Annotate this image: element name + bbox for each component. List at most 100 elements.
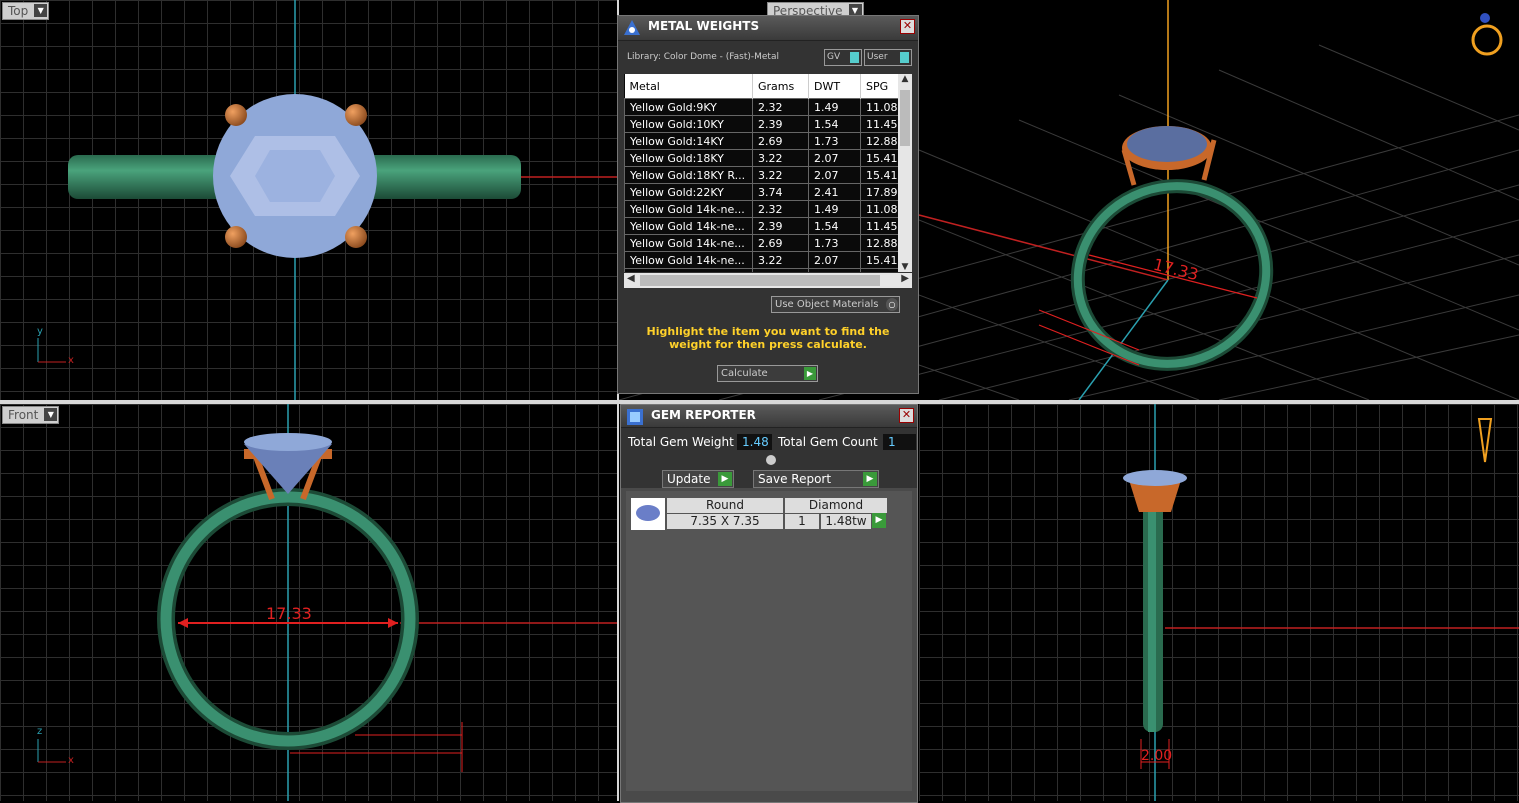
column-header[interactable]: Metal	[624, 74, 753, 99]
table-cell: 1.54	[808, 217, 861, 235]
scroll-right-icon[interactable]: ▶	[901, 273, 909, 284]
table-cell: Yellow Gold:9KY	[624, 98, 753, 116]
table-row[interactable]: Yellow Gold:22KY 3.74 2.41 17.89	[624, 183, 911, 201]
table-row[interactable]: Yellow Gold:18KY R... 3.22 2.07 15.41	[624, 166, 911, 184]
save-report-button[interactable]: Save Report ▶	[753, 470, 879, 488]
gem-list-area	[626, 491, 912, 791]
viewport-label-text: Front	[8, 408, 39, 422]
gem-reporter-panel: GEM REPORTER ✕ Total Gem Weight 1.48 Tot…	[620, 404, 918, 803]
table-cell: 1.49	[808, 200, 861, 218]
table-cell: 2.69	[752, 132, 809, 150]
side-view-model	[1123, 404, 1519, 801]
table-cell: 3.22	[752, 251, 809, 269]
top-view-model	[37, 0, 617, 400]
table-cell: 1.73	[808, 132, 861, 150]
table-row[interactable]: Yellow Gold 14k-ne...3.222.0715.41	[624, 268, 911, 272]
gem-row[interactable]: Round Diamond 7.35 X 7.35 1 1.48tw ▶	[630, 497, 890, 531]
total-gem-weight-value: 1.48	[737, 434, 772, 450]
viewport-front[interactable]: 17.33 z x Front ▼	[0, 404, 617, 801]
use-object-materials-toggle[interactable]: Use Object Materials ○	[771, 296, 900, 313]
calculate-label: Calculate	[721, 368, 768, 379]
gem-reporter-titlebar[interactable]: GEM REPORTER ✕	[621, 405, 917, 428]
gem-reporter-icon	[627, 409, 643, 425]
table-cell: Yellow Gold:14KY	[624, 132, 753, 150]
scroll-up-icon[interactable]: ▲	[898, 74, 912, 84]
update-label: Update	[667, 472, 711, 486]
gem-detail-button[interactable]: ▶	[872, 513, 886, 528]
scroll-thumb[interactable]	[900, 90, 910, 146]
table-cell: Yellow Gold 14k-ne...	[624, 251, 753, 269]
table-row[interactable]: Yellow Gold:10KY 2.39 1.54 11.45	[624, 115, 911, 133]
scroll-thumb-h[interactable]	[640, 275, 880, 286]
table-cell: 2.41	[808, 183, 861, 201]
table-cell: Yellow Gold:18KY R...	[624, 166, 753, 184]
viewport-label-top[interactable]: Top ▼	[2, 2, 50, 20]
round-gem-icon	[630, 497, 666, 531]
table-row[interactable]: Yellow Gold:14KY 2.69 1.73 12.88	[624, 132, 911, 150]
metal-weights-icon	[624, 20, 640, 35]
total-gem-count-label: Total Gem Count	[778, 435, 878, 449]
column-header[interactable]: DWT	[808, 74, 861, 99]
table-row[interactable]: Yellow Gold 14k-ne... 2.69 1.73 12.88	[624, 234, 911, 252]
table-cell: 1.54	[808, 115, 861, 133]
toggle-switch	[900, 52, 909, 63]
table-cell: 2.07	[808, 166, 861, 184]
table-row[interactable]: Yellow Gold:9KY 2.32 1.49 11.08	[624, 98, 911, 116]
table-cell: 2.69	[752, 234, 809, 252]
gem-weight: 1.48tw	[820, 513, 872, 530]
close-icon[interactable]: ✕	[899, 408, 914, 423]
column-header[interactable]: Grams	[752, 74, 809, 99]
viewport-label-front[interactable]: Front ▼	[2, 406, 60, 424]
table-row[interactable]: Yellow Gold 14k-ne...3.222.0715.41	[624, 251, 911, 269]
gem-shape: Round	[666, 497, 784, 514]
viewport-label-text: Top	[8, 4, 29, 18]
table-header: Metal Grams DWT SPG	[624, 74, 911, 99]
table-cell: Yellow Gold:22KY	[624, 183, 753, 201]
save-report-label: Save Report	[758, 472, 832, 486]
metal-table-vscroll[interactable]: ▲ ▼	[898, 74, 912, 272]
axis-label-x-front: x	[68, 755, 74, 766]
table-cell: 1.49	[808, 98, 861, 116]
table-row[interactable]: Yellow Gold 14k-ne... 2.32 1.49 11.08	[624, 200, 911, 218]
dimension-label-front: 17.33	[266, 604, 312, 623]
user-toggle[interactable]: User	[864, 49, 912, 66]
gem-material: Diamond	[784, 497, 888, 514]
library-label: Library: Color Dome - (Fast)-Metal	[627, 52, 779, 62]
table-cell: 3.22	[752, 166, 809, 184]
table-cell: 2.07	[808, 251, 861, 269]
table-cell: 2.39	[752, 115, 809, 133]
metal-table: Metal Grams DWT SPG Yellow Gold:9KY 2.32 1.49…	[624, 74, 911, 272]
axis-label-z: z	[37, 726, 43, 737]
play-icon: ▶	[804, 367, 816, 380]
update-button[interactable]: Update ▶	[662, 470, 734, 488]
table-cell: 2.39	[752, 217, 809, 235]
table-row[interactable]: Yellow Gold 14k-ne... 2.39 1.54 11.45	[624, 217, 911, 235]
metal-table-hscroll[interactable]: ◀ ▶	[624, 273, 912, 288]
gv-label: GV	[827, 52, 841, 62]
table-cell: 2.07	[808, 149, 861, 167]
collapse-handle[interactable]	[766, 455, 776, 465]
viewport-side[interactable]: 2.00	[919, 404, 1519, 801]
table-cell: Yellow Gold 14k-ne...	[624, 234, 753, 252]
metal-weights-titlebar[interactable]: METAL WEIGHTS ✕	[618, 16, 918, 41]
play-icon: ▶	[718, 472, 732, 486]
chevron-down-icon[interactable]: ▼	[44, 408, 58, 421]
table-cell: 3.22	[752, 268, 809, 272]
gem-size: 7.35 X 7.35	[666, 513, 784, 530]
dimension-label-side: 2.00	[1141, 748, 1173, 764]
chevron-down-icon[interactable]: ▼	[34, 4, 48, 17]
scroll-down-icon[interactable]: ▼	[898, 262, 912, 272]
gem-count: 1	[784, 513, 820, 530]
table-row[interactable]: Yellow Gold:18KY 3.22 2.07 15.41	[624, 149, 911, 167]
viewport-top[interactable]: y x Top ▼	[0, 0, 617, 400]
front-view-model	[37, 404, 617, 801]
calculate-button[interactable]: Calculate ▶	[717, 365, 818, 382]
gv-toggle[interactable]: GV	[824, 49, 862, 66]
metal-table-container[interactable]: Metal Grams DWT SPG Yellow Gold:9KY 2.32 1.49…	[624, 74, 912, 272]
table-body: Yellow Gold:9KY 2.32 1.49 11.08 Yellow Gold:…	[624, 98, 911, 272]
close-icon[interactable]: ✕	[900, 19, 915, 34]
scroll-left-icon[interactable]: ◀	[627, 273, 635, 284]
axis-label-y: y	[37, 326, 43, 337]
table-cell: 3.74	[752, 183, 809, 201]
gem-reporter-title: GEM REPORTER	[651, 408, 756, 422]
